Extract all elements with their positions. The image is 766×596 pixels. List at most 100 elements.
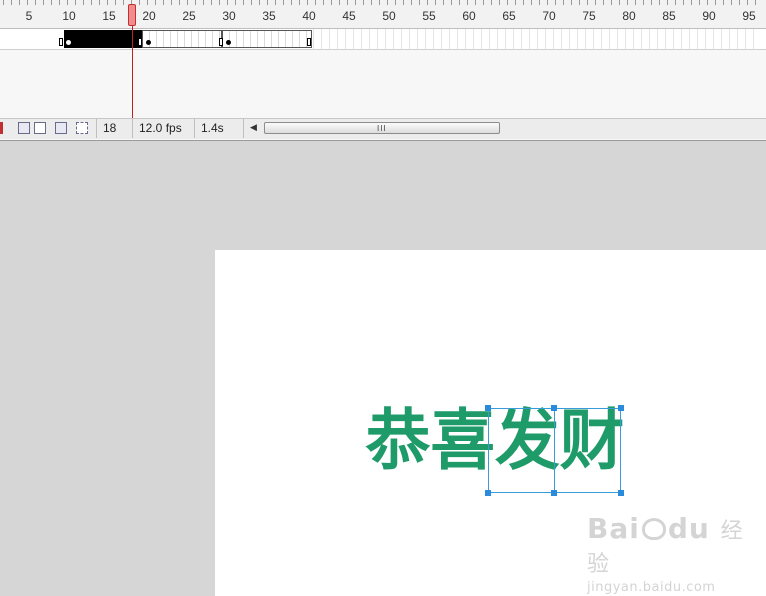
empty-frame-cell[interactable] — [737, 29, 738, 49]
empty-frame-cell[interactable] — [361, 29, 362, 49]
empty-frame-cell[interactable] — [569, 29, 570, 49]
empty-frame-cell[interactable] — [313, 29, 314, 49]
ruler-label: 90 — [702, 9, 716, 23]
empty-frame-cell[interactable] — [585, 29, 586, 49]
empty-frame-cell[interactable] — [321, 29, 322, 49]
ruler-tick — [499, 0, 500, 5]
empty-frame-cell[interactable] — [441, 29, 442, 49]
empty-frame-cell[interactable] — [337, 29, 338, 49]
keyframe-empty[interactable] — [59, 38, 63, 46]
empty-frame-cell[interactable] — [713, 29, 714, 49]
ruler-tick — [267, 0, 268, 5]
transform-handle[interactable] — [551, 405, 557, 411]
empty-frame-cell[interactable] — [369, 29, 370, 49]
empty-frame-cell[interactable] — [457, 29, 458, 49]
empty-frame-cell[interactable] — [649, 29, 650, 49]
frame-rate-field[interactable]: 12.0 fps — [132, 119, 194, 138]
empty-frame-cell[interactable] — [609, 29, 610, 49]
empty-frame-cell[interactable] — [465, 29, 466, 49]
ruler-tick — [539, 0, 540, 5]
keyframe-end[interactable] — [307, 38, 311, 46]
empty-frame-cell[interactable] — [329, 29, 330, 49]
empty-frame-cell[interactable] — [673, 29, 674, 49]
transform-handle[interactable] — [551, 490, 557, 496]
empty-frame-cell[interactable] — [393, 29, 394, 49]
empty-frame-cell[interactable] — [561, 29, 562, 49]
timeline-scrollbar[interactable]: III — [264, 122, 500, 134]
ruler-tick — [43, 0, 44, 5]
keyframe-dot[interactable] — [66, 40, 71, 45]
empty-frame-cell[interactable] — [401, 29, 402, 49]
ruler-tick — [363, 0, 364, 5]
tween-span[interactable] — [222, 30, 312, 48]
empty-frame-cell[interactable] — [425, 29, 426, 49]
empty-frame-cell[interactable] — [697, 29, 698, 49]
edit-multiple-frames-icon[interactable] — [55, 122, 67, 134]
empty-frame-cell[interactable] — [489, 29, 490, 49]
keyframe-empty[interactable] — [138, 38, 142, 46]
ruler-label: 60 — [462, 9, 476, 23]
ruler-tick — [251, 0, 252, 5]
keyframe-empty[interactable] — [219, 38, 223, 46]
transform-handle[interactable] — [618, 490, 624, 496]
tween-span-selected[interactable] — [64, 30, 142, 48]
empty-frame-cell[interactable] — [433, 29, 434, 49]
empty-frame-cell[interactable] — [657, 29, 658, 49]
empty-frame-cell[interactable] — [753, 29, 754, 49]
frame-ruler[interactable]: 5 10 15 20 25 30 35 40 45 50 55 60 65 70 75 80 85 90 95 — [0, 0, 766, 29]
empty-frame-cell[interactable] — [729, 29, 730, 49]
paw-icon — [641, 518, 666, 540]
transform-handle[interactable] — [485, 405, 491, 411]
empty-frame-cell[interactable] — [481, 29, 482, 49]
ruler-tick — [147, 0, 148, 5]
empty-frame-cell[interactable] — [601, 29, 602, 49]
empty-frame-cell[interactable] — [377, 29, 378, 49]
empty-frame-cell[interactable] — [641, 29, 642, 49]
empty-frame-cell[interactable] — [745, 29, 746, 49]
empty-frame-cell[interactable] — [593, 29, 594, 49]
tween-span[interactable] — [142, 30, 222, 48]
keyframe-dot[interactable] — [146, 40, 151, 45]
empty-frame-cell[interactable] — [545, 29, 546, 49]
empty-frame-cell[interactable] — [681, 29, 682, 49]
onion-skin-icon[interactable] — [18, 122, 30, 134]
selection-box-fa[interactable] — [488, 408, 555, 493]
empty-frame-cell[interactable] — [689, 29, 690, 49]
empty-frame-cell[interactable] — [625, 29, 626, 49]
playhead-handle[interactable] — [128, 4, 136, 26]
empty-frame-cell[interactable] — [577, 29, 578, 49]
empty-frame-cell[interactable] — [449, 29, 450, 49]
marker-icon[interactable] — [0, 122, 3, 134]
empty-frame-cell[interactable] — [409, 29, 410, 49]
empty-frame-cell[interactable] — [345, 29, 346, 49]
empty-frame-cell[interactable] — [665, 29, 666, 49]
transform-handle[interactable] — [618, 405, 624, 411]
empty-frame-cell[interactable] — [417, 29, 418, 49]
ruler-tick — [715, 0, 716, 5]
empty-frame-cell[interactable] — [521, 29, 522, 49]
empty-frame-cell[interactable] — [497, 29, 498, 49]
empty-frame-cell[interactable] — [353, 29, 354, 49]
empty-frame-cell[interactable] — [617, 29, 618, 49]
ruler-tick — [339, 0, 340, 5]
keyframe-dot[interactable] — [226, 40, 231, 45]
selection-box-cai[interactable] — [554, 408, 621, 493]
stage-canvas[interactable]: 恭喜发财 Bai du 经验 jingyan.baidu.com — [215, 250, 766, 596]
empty-frame-cell[interactable] — [721, 29, 722, 49]
empty-frame-cell[interactable] — [505, 29, 506, 49]
layer-frames-row[interactable] — [0, 29, 766, 50]
modify-markers-icon[interactable] — [76, 122, 88, 134]
empty-frame-cell[interactable] — [385, 29, 386, 49]
empty-frame-cell[interactable] — [553, 29, 554, 49]
empty-frame-cell[interactable] — [537, 29, 538, 49]
transform-handle[interactable] — [485, 490, 491, 496]
empty-frame-cell[interactable] — [633, 29, 634, 49]
scroll-left-arrow-icon[interactable]: ◀ — [250, 122, 257, 133]
scroll-grip[interactable]: III — [377, 124, 387, 133]
empty-frame-cell[interactable] — [705, 29, 706, 49]
empty-frame-cell[interactable] — [513, 29, 514, 49]
empty-frame-cell[interactable] — [473, 29, 474, 49]
onion-skin-outline-icon[interactable] — [34, 122, 46, 134]
empty-frame-cell[interactable] — [529, 29, 530, 49]
ruler-tick — [203, 0, 204, 5]
